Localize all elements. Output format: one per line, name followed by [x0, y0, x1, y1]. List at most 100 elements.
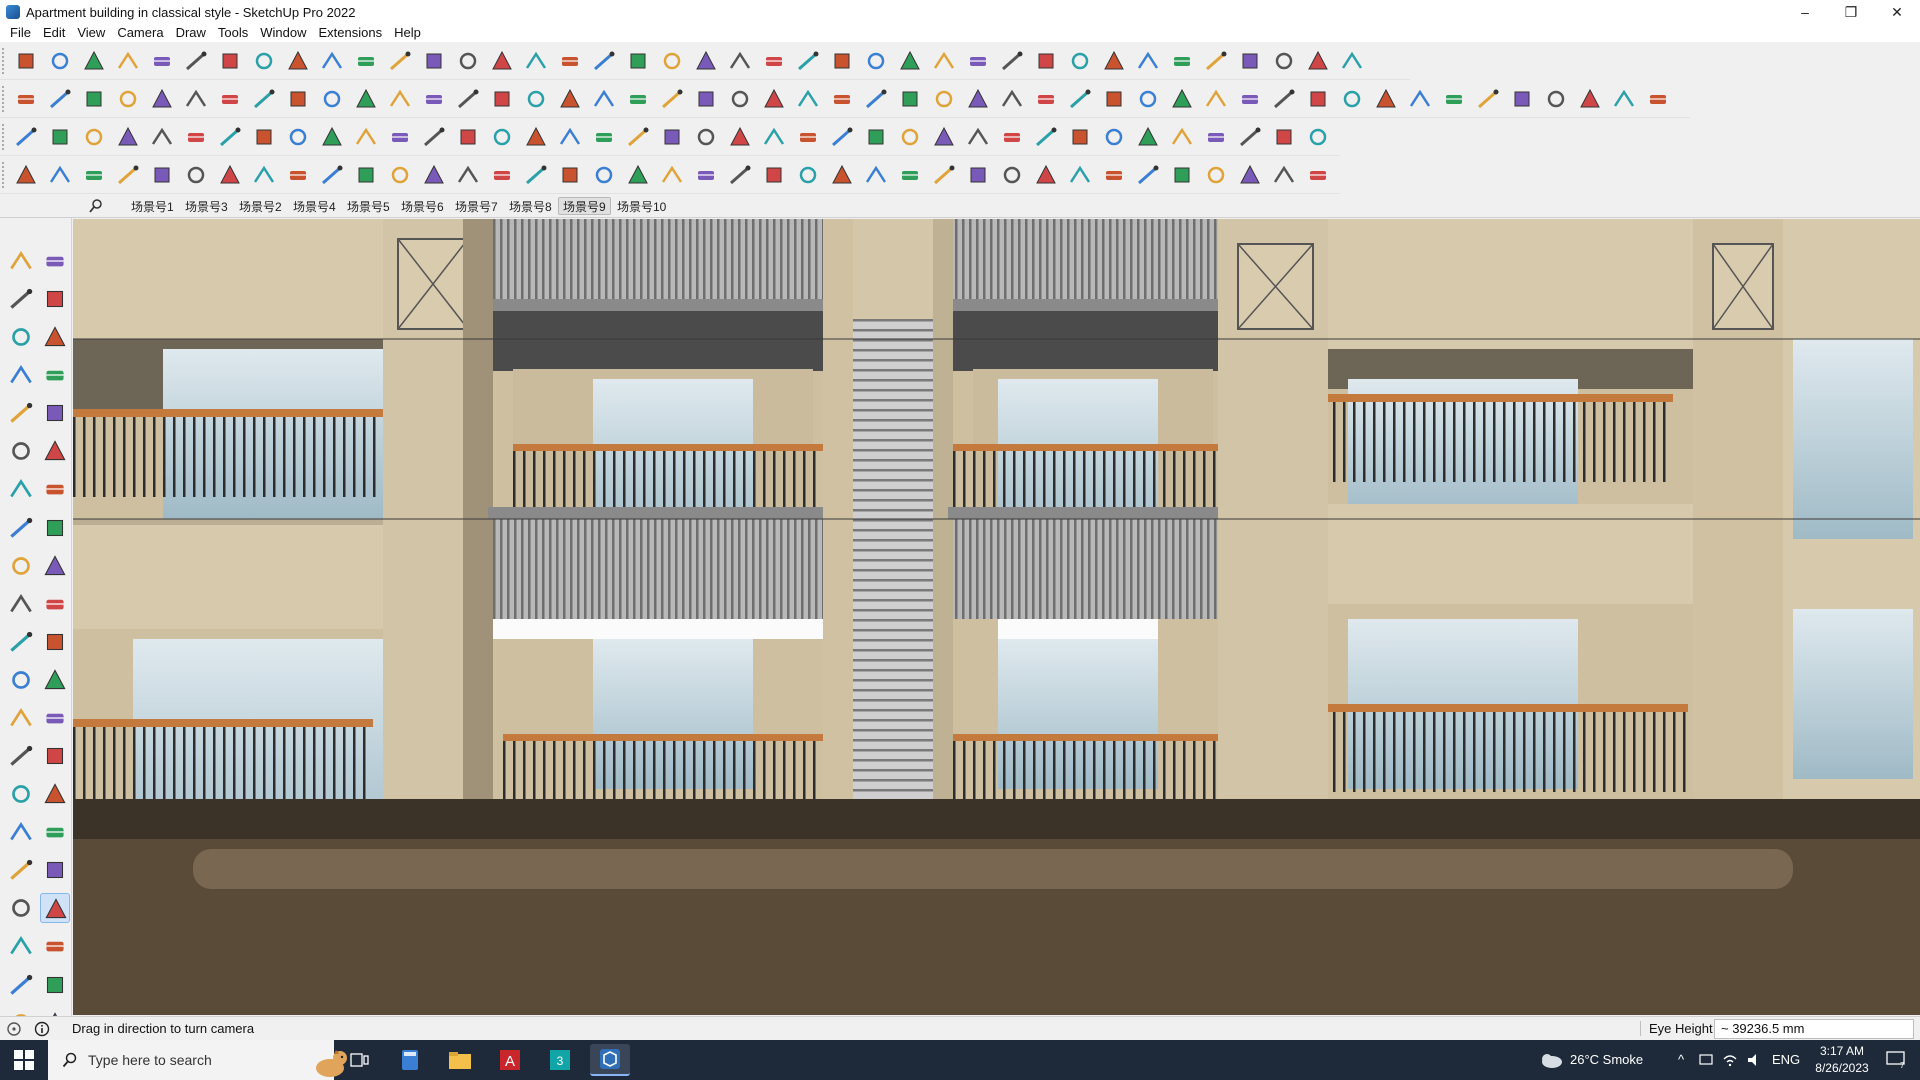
- scale-icon[interactable]: [1100, 162, 1128, 188]
- zoom-icon[interactable]: [12, 48, 40, 74]
- rectangle-icon[interactable]: [930, 162, 958, 188]
- dimension-icon[interactable]: [590, 162, 618, 188]
- rectangle-icon[interactable]: [1236, 124, 1264, 150]
- notification-center-icon[interactable]: 7: [1886, 1051, 1906, 1069]
- orbit-icon[interactable]: [488, 48, 516, 74]
- toolbar-grip[interactable]: [2, 162, 6, 188]
- print-icon[interactable]: [658, 86, 686, 112]
- print-icon[interactable]: [1032, 124, 1060, 150]
- scene-tab-3[interactable]: 场景号3: [180, 197, 233, 215]
- paint-bucket-icon[interactable]: [1134, 86, 1162, 112]
- text-icon[interactable]: [420, 48, 448, 74]
- sandbox-icon[interactable]: [726, 124, 754, 150]
- zoom-icon[interactable]: [760, 162, 788, 188]
- follow-me-icon[interactable]: [1270, 48, 1298, 74]
- zoom-icon[interactable]: [692, 86, 720, 112]
- taskbar-3dsmax[interactable]: 3: [540, 1044, 580, 1076]
- sandbox-icon[interactable]: [420, 162, 448, 188]
- extension-icon[interactable]: [658, 48, 686, 74]
- select-icon[interactable]: [46, 48, 74, 74]
- protractor-icon[interactable]: [624, 162, 652, 188]
- warehouse-icon[interactable]: [352, 162, 380, 188]
- zoom-icon[interactable]: [46, 124, 74, 150]
- close-button[interactable]: ✕: [1874, 0, 1920, 24]
- weather-text[interactable]: 26°C Smoke: [1570, 1052, 1643, 1067]
- profile-icon[interactable]: [1406, 86, 1434, 112]
- redo-icon[interactable]: [964, 48, 992, 74]
- push-pull-icon[interactable]: [250, 124, 278, 150]
- push-pull-icon[interactable]: [1236, 48, 1264, 74]
- extension-icon[interactable]: [1338, 86, 1366, 112]
- line-icon[interactable]: [794, 86, 822, 112]
- undo-icon[interactable]: [658, 162, 686, 188]
- paint-bucket-icon[interactable]: [114, 86, 142, 112]
- undo-icon[interactable]: [930, 48, 958, 74]
- eraser-icon[interactable]: [1100, 48, 1128, 74]
- menu-extensions[interactable]: Extensions: [313, 25, 389, 40]
- zoom-window-icon[interactable]: [556, 48, 584, 74]
- eraser-icon[interactable]: [828, 162, 856, 188]
- axes-icon[interactable]: [556, 162, 584, 188]
- zoom-icon[interactable]: [1032, 48, 1060, 74]
- sandbox-icon[interactable]: [1372, 86, 1400, 112]
- arc-icon[interactable]: [828, 86, 856, 112]
- push-pull-icon[interactable]: [964, 162, 992, 188]
- warehouse-icon[interactable]: [284, 86, 312, 112]
- move-icon[interactable]: [964, 86, 992, 112]
- circle-icon[interactable]: [6, 436, 36, 466]
- geo-location-icon[interactable]: [6, 1021, 22, 1037]
- rotate-icon[interactable]: [318, 48, 346, 74]
- offset-icon[interactable]: [40, 627, 70, 657]
- undo-icon[interactable]: [964, 124, 992, 150]
- follow-me-icon[interactable]: [40, 589, 70, 619]
- follow-me-icon[interactable]: [284, 124, 312, 150]
- scale-icon[interactable]: [386, 124, 414, 150]
- scene-tab-7[interactable]: 场景号7: [450, 197, 503, 215]
- select-icon[interactable]: [1100, 124, 1128, 150]
- zoom-icon[interactable]: [1066, 124, 1094, 150]
- protractor-icon[interactable]: [930, 124, 958, 150]
- axes-icon[interactable]: [1508, 86, 1536, 112]
- polygon-icon[interactable]: [40, 436, 70, 466]
- rotate-icon[interactable]: [6, 589, 36, 619]
- pan-icon[interactable]: [40, 779, 70, 809]
- print-icon[interactable]: [998, 48, 1026, 74]
- text-icon[interactable]: [1100, 86, 1128, 112]
- start-button[interactable]: [0, 1040, 48, 1080]
- show-hidden-icons-chevron-icon[interactable]: ^: [1678, 1052, 1684, 1067]
- smoove-icon[interactable]: [40, 970, 70, 1000]
- zoom-window-icon[interactable]: [1236, 86, 1264, 112]
- component-icon[interactable]: [760, 48, 788, 74]
- select-icon[interactable]: [794, 162, 822, 188]
- push-pull-icon[interactable]: [216, 48, 244, 74]
- menu-view[interactable]: View: [71, 25, 111, 40]
- arc-icon[interactable]: [148, 48, 176, 74]
- scale-icon[interactable]: [352, 48, 380, 74]
- text-icon[interactable]: [454, 124, 482, 150]
- tape-measure-icon[interactable]: [1066, 86, 1094, 112]
- rectangle-icon[interactable]: [216, 124, 244, 150]
- rotate-icon[interactable]: [352, 124, 380, 150]
- rectangle-icon[interactable]: [862, 86, 890, 112]
- section-plane-icon[interactable]: [40, 931, 70, 961]
- print-icon[interactable]: [12, 124, 40, 150]
- profile-icon[interactable]: [726, 48, 754, 74]
- redo-icon[interactable]: [624, 86, 652, 112]
- follow-me-icon[interactable]: [1304, 124, 1332, 150]
- text-icon[interactable]: [148, 162, 176, 188]
- zoom-extents-icon[interactable]: [590, 48, 618, 74]
- scene-tab-5[interactable]: 场景号5: [342, 197, 395, 215]
- protractor-icon[interactable]: [6, 703, 36, 733]
- eraser-icon[interactable]: [1134, 124, 1162, 150]
- move-icon[interactable]: [6, 551, 36, 581]
- scale-icon[interactable]: [12, 86, 40, 112]
- taskbar-file-explorer[interactable]: [440, 1044, 480, 1076]
- menu-draw[interactable]: Draw: [170, 25, 212, 40]
- scene-tab-1[interactable]: 场景号1: [126, 197, 179, 215]
- warehouse-icon[interactable]: [1304, 86, 1332, 112]
- tape-measure-icon[interactable]: [1134, 162, 1162, 188]
- eraser-icon[interactable]: [80, 48, 108, 74]
- line-icon[interactable]: [1134, 48, 1162, 74]
- section-plane-icon[interactable]: [522, 162, 550, 188]
- eraser-icon[interactable]: [40, 284, 70, 314]
